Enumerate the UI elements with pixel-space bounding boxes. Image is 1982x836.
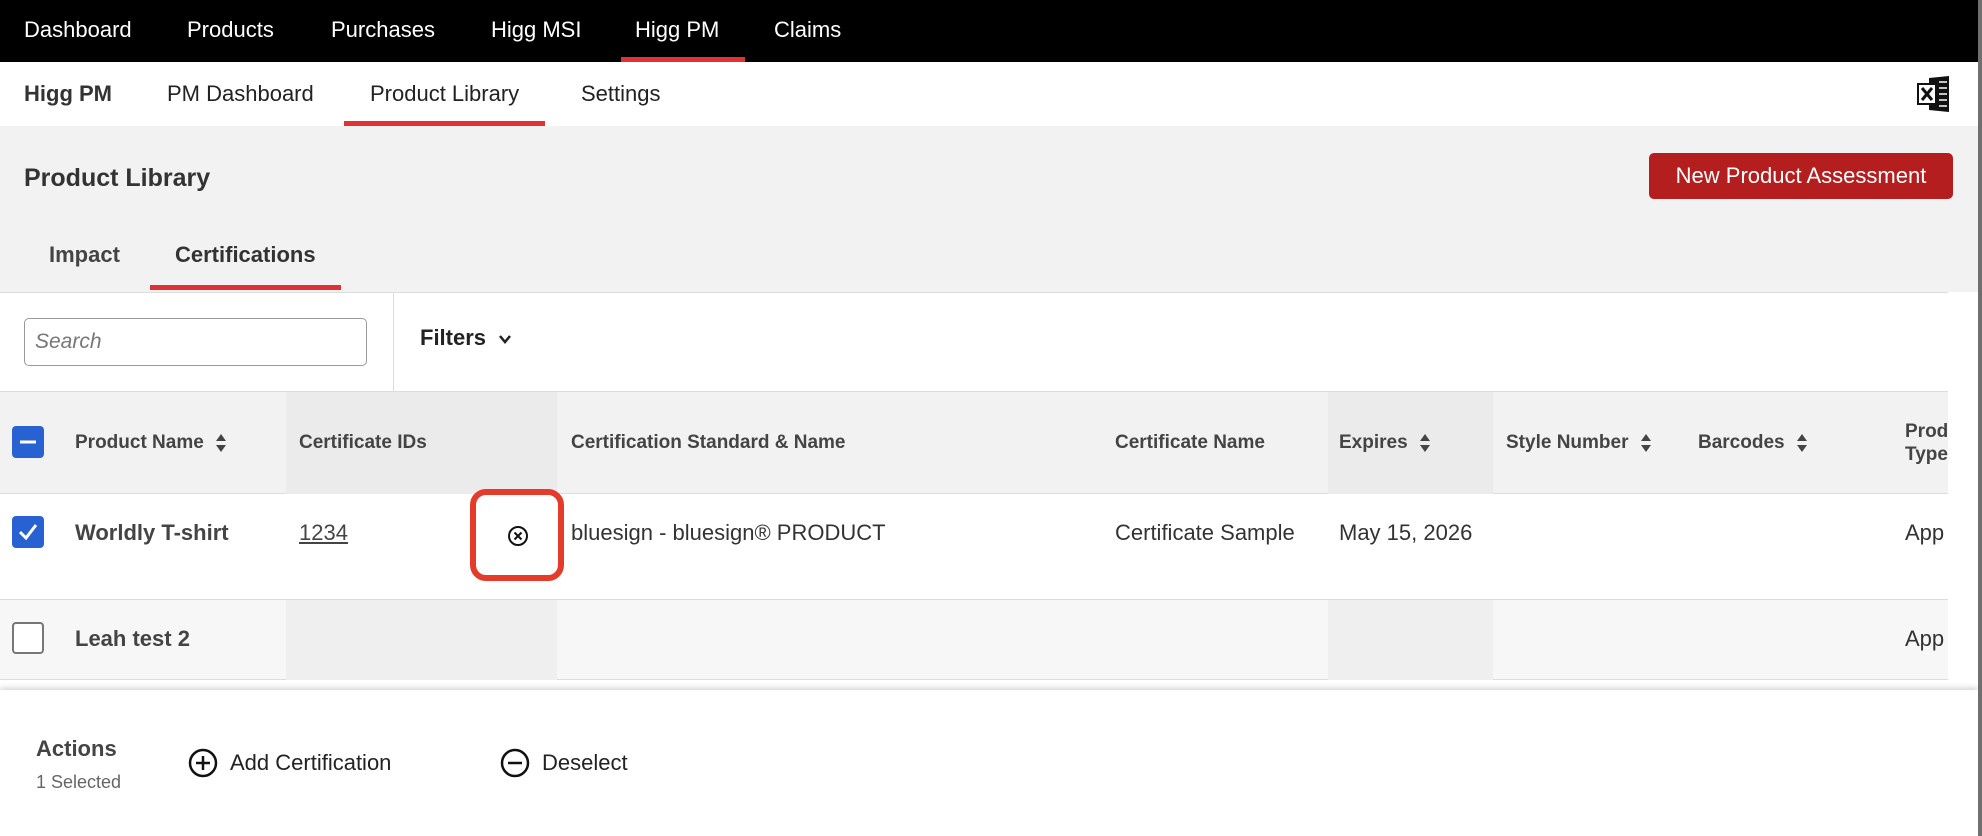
product-name[interactable]: Leah test 2 <box>75 626 190 652</box>
column-header-barcodes[interactable]: Barcodes <box>1698 432 1808 454</box>
page: Dashboard Products Purchases Higg MSI Hi… <box>0 0 1978 836</box>
actions-title: Actions <box>36 736 117 761</box>
certification-standard: bluesign - bluesign® PRODUCT <box>571 520 886 545</box>
sub-nav: Higg PM PM Dashboard Product Library Set… <box>0 62 1978 126</box>
window-edge <box>1978 0 1982 836</box>
add-certification-button[interactable]: Add Certification <box>188 746 391 780</box>
top-nav-higg-pm[interactable]: Higg PM <box>620 0 746 62</box>
sort-icon <box>216 433 227 452</box>
sort-icon <box>1640 433 1651 452</box>
tab-certifications[interactable]: Certifications <box>150 226 341 290</box>
deselect-button[interactable]: Deselect <box>500 746 628 780</box>
sort-icon <box>1419 433 1430 452</box>
minus-icon <box>20 440 36 444</box>
certificate-name: Certificate Sample <box>1115 520 1295 545</box>
column-shade <box>1328 600 1493 680</box>
excel-icon[interactable] <box>1917 76 1951 112</box>
product-name[interactable]: Worldly T-shirt <box>75 520 229 546</box>
top-nav-higg-msi[interactable]: Higg MSI <box>491 0 581 62</box>
search-input[interactable] <box>24 318 367 366</box>
row-checkbox[interactable] <box>12 622 44 654</box>
new-product-assessment-button[interactable]: New Product Assessment <box>1649 153 1953 199</box>
minus-circle-icon <box>500 748 530 778</box>
plus-circle-icon <box>188 748 218 778</box>
toolbar-divider <box>393 293 394 393</box>
column-header-style-number[interactable]: Style Number <box>1506 432 1652 454</box>
sub-nav-settings[interactable]: Settings <box>581 62 661 126</box>
certifications-table: Product Name Certificate IDs Certificati… <box>0 392 1948 692</box>
tab-impact[interactable]: Impact <box>49 226 120 290</box>
column-header-product-name[interactable]: Product Name <box>75 432 227 454</box>
deselect-label: Deselect <box>542 750 628 775</box>
add-certification-label: Add Certification <box>230 750 392 775</box>
toolbar: Filters <box>0 292 1948 393</box>
chevron-down-icon <box>499 335 512 345</box>
top-nav-dashboard[interactable]: Dashboard <box>24 0 132 62</box>
column-label: Style Number <box>1506 432 1629 453</box>
top-nav-purchases[interactable]: Purchases <box>331 0 435 62</box>
row-checkbox[interactable] <box>12 516 44 548</box>
top-nav-products[interactable]: Products <box>187 0 274 62</box>
filters-label: Filters <box>420 325 487 350</box>
table-row <box>0 494 1948 600</box>
column-header-certificate-name: Certificate Name <box>1115 432 1265 453</box>
column-header-product-type: Prod Type <box>1905 421 1948 465</box>
top-nav: Dashboard Products Purchases Higg MSI Hi… <box>0 0 1978 62</box>
certificate-id-link[interactable]: 1234 <box>299 520 348 546</box>
column-label: Expires <box>1339 432 1408 453</box>
sub-nav-brand[interactable]: Higg PM <box>24 62 112 126</box>
column-label: Product Name <box>75 432 204 453</box>
actions-bar: Actions 1 Selected Add Certification Des… <box>0 690 1978 836</box>
check-icon <box>18 524 38 541</box>
product-type: App <box>1905 626 1945 651</box>
selected-count: 1 Selected <box>36 772 122 792</box>
column-shade <box>286 600 557 680</box>
remove-circle-icon <box>508 526 528 546</box>
column-header-expires[interactable]: Expires <box>1339 432 1431 454</box>
product-type: App <box>1905 520 1945 545</box>
page-title: Product Library <box>24 164 211 192</box>
sort-icon <box>1796 433 1807 452</box>
sub-nav-pm-dashboard[interactable]: PM Dashboard <box>167 62 314 126</box>
top-nav-claims[interactable]: Claims <box>774 0 841 62</box>
app-window: Dashboard Products Purchases Higg MSI Hi… <box>0 0 1982 836</box>
column-label: Barcodes <box>1698 432 1785 453</box>
remove-certificate-button[interactable] <box>470 489 564 581</box>
select-all-checkbox[interactable] <box>12 426 44 458</box>
column-header-certificate-ids: Certificate IDs <box>299 432 427 453</box>
sub-nav-product-library[interactable]: Product Library <box>343 62 546 126</box>
expires-date: May 15, 2026 <box>1339 520 1473 545</box>
column-header-certification-standard: Certification Standard & Name <box>571 432 846 453</box>
filters-dropdown[interactable]: Filters <box>420 325 512 351</box>
